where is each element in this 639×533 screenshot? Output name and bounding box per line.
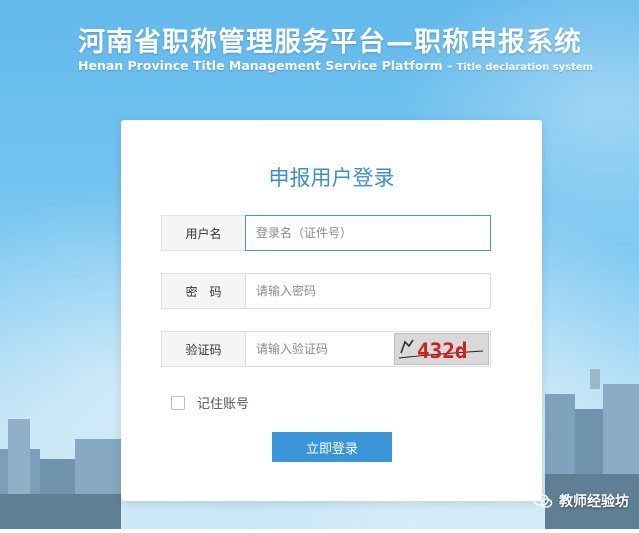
remember-label: 记住账号 xyxy=(197,397,250,412)
captcha-row: 验证码 432d xyxy=(161,331,491,368)
page-title-en-sub: Title declaration system xyxy=(456,62,594,73)
password-input[interactable] xyxy=(245,273,491,309)
watermark-text: 教师经验坊 xyxy=(559,494,629,510)
captcha-label: 验证码 xyxy=(161,331,245,367)
page-title-cn: 河南省职称管理服务平台—职称申报系统 xyxy=(78,27,582,58)
page-title-en-main: Henan Province Title Management Service … xyxy=(78,58,453,73)
username-label: 用户名 xyxy=(161,215,245,251)
captcha-image[interactable]: 432d xyxy=(394,333,489,365)
password-label: 密 码 xyxy=(161,273,245,309)
page-title-en: Henan Province Title Management Service … xyxy=(78,58,593,73)
login-card: 申报用户登录 用户名 密 码 验证码 432d 记住账号 立即登录 xyxy=(121,120,542,501)
password-row: 密 码 xyxy=(161,273,491,310)
remember-account[interactable]: 记住账号 xyxy=(171,393,249,412)
username-input[interactable] xyxy=(245,215,491,251)
login-title: 申报用户登录 xyxy=(268,166,395,190)
captcha-text: 432d xyxy=(417,339,468,363)
username-row: 用户名 xyxy=(161,215,491,252)
remember-checkbox[interactable] xyxy=(171,395,185,410)
login-button[interactable]: 立即登录 xyxy=(272,432,392,462)
wechat-icon xyxy=(533,493,553,508)
captcha-graphic: 432d xyxy=(398,339,484,363)
watermark: 教师经验坊 xyxy=(533,491,629,511)
